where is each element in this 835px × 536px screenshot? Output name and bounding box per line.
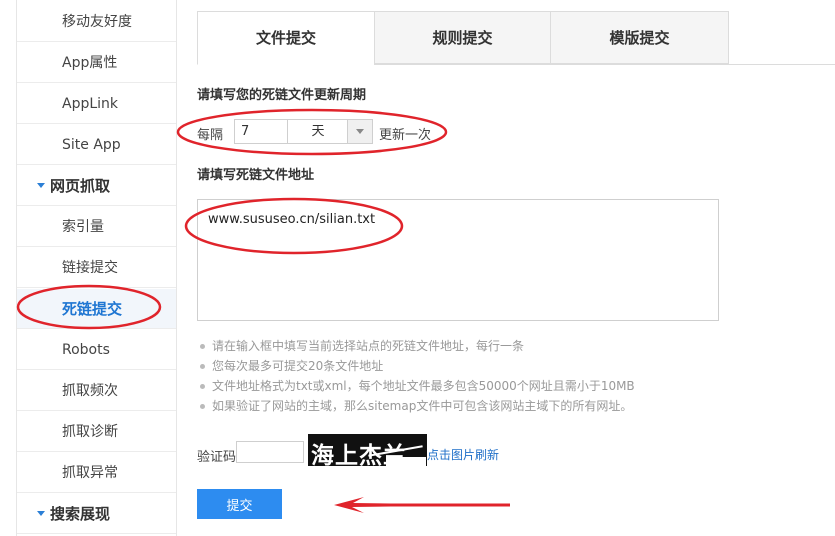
tip-item: 文件地址格式为txt或xml，每个地址文件最多包含50000个网址且需小于10M… <box>200 376 635 396</box>
period-section-title: 请填写您的死链文件更新周期 <box>197 88 367 103</box>
sidebar-item-label: 移动友好度 <box>62 14 132 30</box>
sidebar-item-label: 链接提交 <box>62 260 118 276</box>
refresh-captcha-link[interactable]: 点击图片刷新 <box>427 446 499 463</box>
sidebar: 移动友好度 App属性 AppLink Site App 网页抓取 索引量 链接… <box>16 0 177 536</box>
arrow-left-icon <box>334 497 510 513</box>
sidebar-group-label: 网页抓取 <box>50 177 111 195</box>
sidebar-item-crawl-diagnosis[interactable]: 抓取诊断 <box>17 412 176 452</box>
sidebar-group-search-display[interactable]: 搜索展现 <box>17 494 176 534</box>
sidebar-item-label: App属性 <box>62 55 118 71</box>
sidebar-item-label: 抓取诊断 <box>62 424 118 440</box>
sidebar-item-label: AppLink <box>62 96 119 112</box>
url-text: www.sususeo.cn/silian.txt <box>208 212 376 227</box>
tab-file-submit[interactable]: 文件提交 <box>197 11 375 65</box>
sidebar-item-applink[interactable]: AppLink <box>17 84 176 124</box>
caret-down-icon <box>37 511 45 516</box>
caret-down-icon <box>37 183 45 188</box>
interval-input[interactable] <box>234 119 288 144</box>
tab-divider <box>374 64 835 65</box>
tab-rule-submit[interactable]: 规则提交 <box>374 11 551 64</box>
sidebar-item-label: Site App <box>62 137 121 153</box>
sidebar-item-label: 死链提交 <box>62 300 123 318</box>
tab-label: 文件提交 <box>255 29 316 47</box>
annotation-arrow <box>334 497 510 513</box>
tip-item: 请在输入框中填写当前选择站点的死链文件地址，每行一条 <box>200 336 635 356</box>
select-dropdown-button[interactable] <box>347 120 372 143</box>
captcha-label: 验证码 <box>197 450 237 465</box>
sidebar-item-dead-link-submit[interactable]: 死链提交 <box>17 289 176 329</box>
sidebar-item-label: 索引量 <box>62 219 104 235</box>
chevron-down-icon <box>356 129 364 134</box>
tips-list: 请在输入框中填写当前选择站点的死链文件地址，每行一条 您每次最多可提交20条文件… <box>200 336 635 416</box>
dead-link-url-textarea[interactable]: www.sususeo.cn/silian.txt <box>197 199 719 321</box>
tab-label: 规则提交 <box>432 29 493 47</box>
sidebar-item-mobile-friendly[interactable]: 移动友好度 <box>17 2 176 42</box>
sidebar-group-label: 搜索展现 <box>50 505 111 523</box>
tab-label: 模版提交 <box>609 29 670 47</box>
sidebar-item-label: Robots <box>62 342 110 358</box>
tab-template-submit[interactable]: 模版提交 <box>550 11 729 64</box>
tip-item: 如果验证了网站的主域，那么sitemap文件中可包含该网站主域下的所有网址。 <box>200 396 635 416</box>
tab-bar: 文件提交 规则提交 模版提交 <box>197 11 835 65</box>
sidebar-item-crawl-errors[interactable]: 抓取异常 <box>17 453 176 493</box>
sidebar-item-index-volume[interactable]: 索引量 <box>17 207 176 247</box>
sidebar-item-robots[interactable]: Robots <box>17 330 176 370</box>
sidebar-item-link-submit[interactable]: 链接提交 <box>17 248 176 288</box>
every-label: 每隔 <box>197 128 224 143</box>
interval-unit-value: 天 <box>311 124 325 139</box>
sidebar-item-label: 抓取频次 <box>62 383 118 399</box>
sidebar-item-app-attributes[interactable]: App属性 <box>17 43 176 83</box>
sidebar-group-web-crawl[interactable]: 网页抓取 <box>17 166 176 206</box>
url-section-title: 请填写死链文件地址 <box>197 168 315 183</box>
captcha-input[interactable] <box>236 441 304 463</box>
update-once-label: 更新一次 <box>379 128 432 143</box>
sidebar-item-crawl-frequency[interactable]: 抓取频次 <box>17 371 176 411</box>
captcha-image-cutout <box>386 457 426 467</box>
tip-item: 您每次最多可提交20条文件地址 <box>200 356 635 376</box>
sidebar-item-label: 抓取异常 <box>62 465 118 481</box>
submit-button[interactable]: 提交 <box>197 489 282 519</box>
sidebar-item-site-app[interactable]: Site App <box>17 125 176 165</box>
interval-unit-select[interactable]: 天 <box>287 119 373 144</box>
